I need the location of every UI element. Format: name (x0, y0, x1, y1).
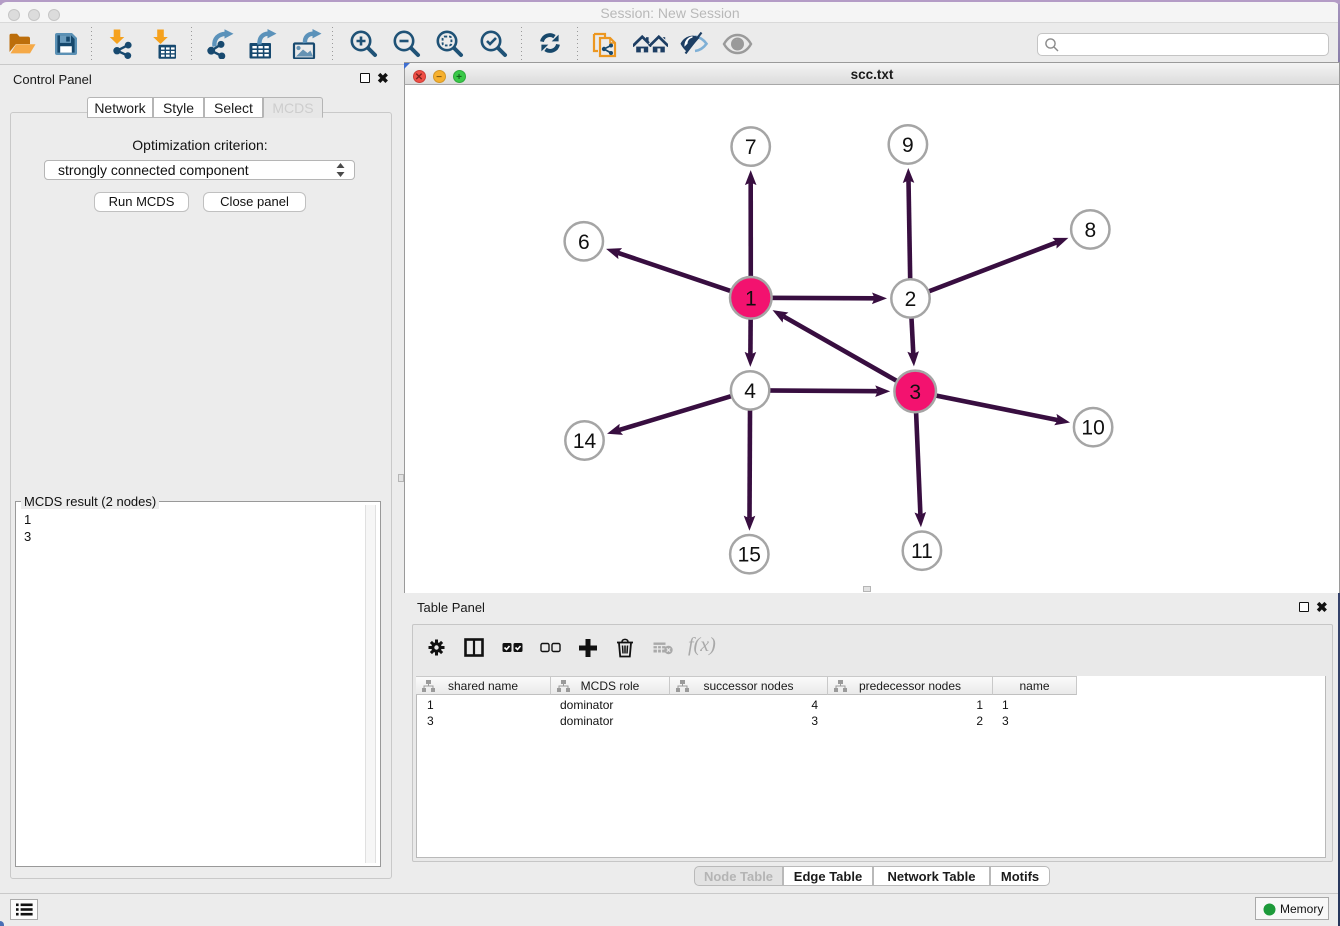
svg-text:7: 7 (745, 136, 757, 159)
svg-text:1: 1 (745, 287, 757, 310)
svg-text:3: 3 (909, 381, 921, 404)
svg-text:14: 14 (573, 430, 597, 453)
svg-text:6: 6 (578, 231, 590, 254)
svg-text:9: 9 (902, 134, 914, 157)
svg-text:8: 8 (1084, 219, 1096, 242)
svg-text:11: 11 (911, 540, 933, 563)
svg-text:10: 10 (1081, 417, 1104, 440)
svg-text:2: 2 (905, 288, 917, 311)
svg-text:15: 15 (738, 544, 761, 567)
svg-text:4: 4 (744, 380, 756, 403)
